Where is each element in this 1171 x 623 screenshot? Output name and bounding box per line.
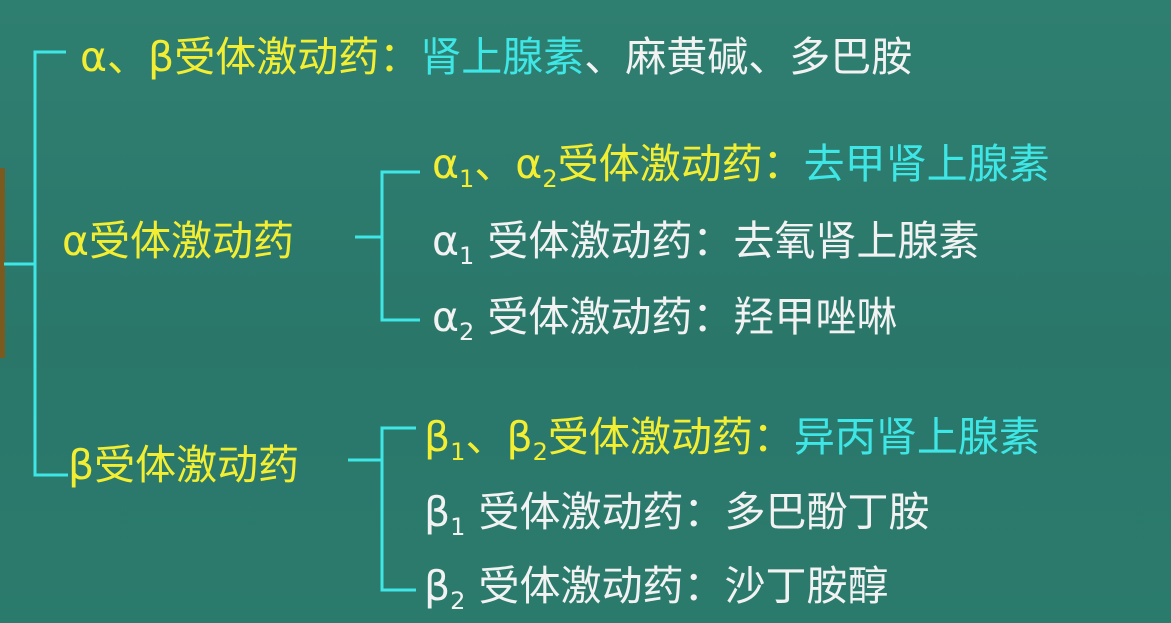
top-other-drugs: 、麻黄碱、多巴胺	[584, 33, 913, 81]
beta-row-3-greek: β	[424, 562, 451, 610]
alpha-row-1-sub1: 1	[459, 165, 475, 193]
top-primary-drug: 肾上腺素	[420, 33, 585, 81]
beta-row-2: β1 受体激动药：多巴酚丁胺	[424, 492, 930, 541]
alpha-row-2-greek: α	[432, 217, 460, 265]
slide-background: α、β受体激动药：肾上腺素、麻黄碱、多巴胺 α受体激动药 α1、α2受体激动药：…	[0, 0, 1171, 623]
alpha-heading: α受体激动药	[62, 217, 295, 265]
beta-row-3: β2 受体激动药：沙丁胺醇	[424, 566, 889, 615]
top-row: α、β受体激动药：肾上腺素、麻黄碱、多巴胺	[80, 37, 912, 78]
beta-row-1-greek: β	[424, 413, 451, 461]
alpha-bracket	[380, 170, 420, 322]
alpha-row-1-label: 受体激动药：	[557, 140, 804, 188]
beta-row-1: β1、β2受体激动药：异丙肾上腺素	[424, 417, 1040, 466]
alpha-row-3-label: 受体激动药：	[474, 293, 734, 341]
beta-row-2-greek: β	[424, 488, 451, 536]
alpha-row-2-label: 受体激动药：	[474, 217, 734, 265]
alpha-row-3-greek: α	[432, 293, 460, 341]
beta-row-1-drug: 异丙肾上腺素	[793, 413, 1040, 461]
beta-bracket	[380, 426, 416, 592]
beta-row-1-label: 受体激动药：	[547, 413, 794, 461]
beta-heading: β受体激动药	[68, 441, 300, 489]
alpha-row-3-drug: 羟甲唑啉	[733, 293, 898, 341]
alpha-row-1-drug: 去甲肾上腺素	[803, 140, 1050, 188]
alpha-row-3-sub: 2	[459, 318, 475, 346]
beta-row-2-label: 受体激动药：	[465, 488, 725, 536]
beta-row-2-sub: 1	[450, 513, 466, 541]
alpha-row-1-mid: 、α	[474, 140, 543, 188]
beta-row-1-sub2: 2	[532, 438, 548, 466]
top-heading: α、β受体激动药：	[80, 33, 421, 81]
alpha-row-1-greek: α	[432, 140, 460, 188]
beta-row-3-drug: 沙丁胺醇	[724, 562, 889, 610]
alpha-row-3: α2 受体激动药：羟甲唑啉	[432, 297, 897, 346]
beta-row-1-sub1: 1	[450, 438, 466, 466]
beta-row-2-drug: 多巴酚丁胺	[724, 488, 930, 536]
alpha-row-1-sub2: 2	[542, 165, 558, 193]
alpha-row-2-drug: 去氧肾上腺素	[733, 217, 980, 265]
alpha-row-1: α1、α2受体激动药：去甲肾上腺素	[432, 144, 1050, 193]
beta-row-1-mid: 、β	[465, 413, 533, 461]
beta-row-3-sub: 2	[450, 587, 466, 615]
beta-row-3-label: 受体激动药：	[465, 562, 725, 610]
alpha-row-2-sub: 1	[459, 242, 475, 270]
alpha-row-2: α1 受体激动药：去氧肾上腺素	[432, 221, 979, 270]
